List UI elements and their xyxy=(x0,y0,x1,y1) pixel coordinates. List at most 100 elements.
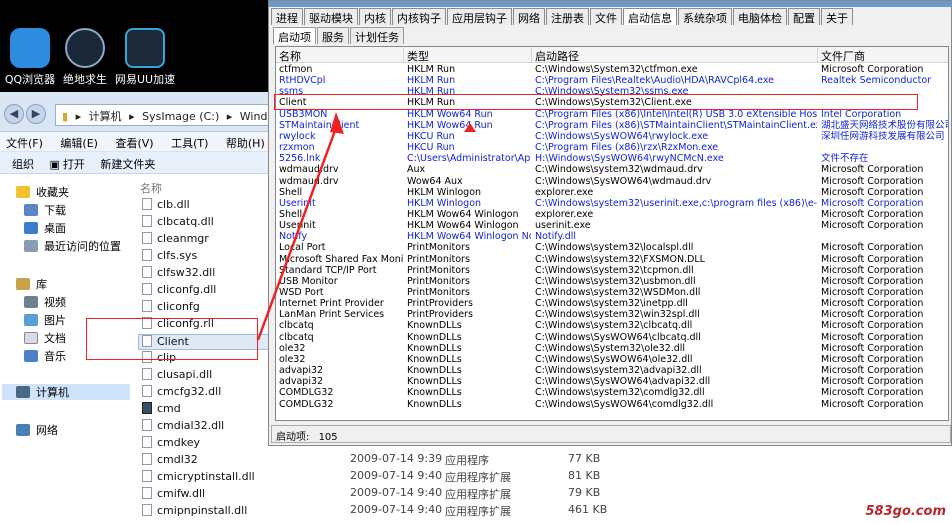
menu-help[interactable]: 帮助(H) xyxy=(226,137,265,150)
file-item[interactable]: cmifw.dll xyxy=(142,487,205,503)
startup-path: C:\Windows\system32\comdlg32.dll xyxy=(535,387,705,399)
file-detail-row[interactable]: 2009-07-14 9:40 应用程序扩展 81 KB xyxy=(270,469,952,486)
startup-row[interactable]: Microsoft Shared Fax Monitor PrintMonitor… xyxy=(276,254,948,265)
tab-kernel[interactable]: 内核 xyxy=(359,8,391,25)
tab-driver-modules[interactable]: 驱动模块 xyxy=(304,8,358,25)
menu-view[interactable]: 查看(V) xyxy=(115,137,153,150)
tab-file[interactable]: 文件 xyxy=(590,8,622,25)
nav-documents[interactable]: 文档 xyxy=(24,330,66,346)
startup-row[interactable]: COMDLG32 KnownDLLs C:\Windows\system32\com… xyxy=(276,387,948,399)
nav-libraries[interactable]: 库 xyxy=(16,276,47,292)
file-item[interactable]: cmdkey xyxy=(142,436,200,452)
file-detail-row[interactable]: 2009-07-14 9:39 应用程序 77 KB xyxy=(270,452,952,469)
file-item[interactable]: cmicryptinstall.dll xyxy=(142,470,255,486)
address-bar[interactable]: ▮ ▸ 计算机 ▸ SysImage (C:) ▸ Windows xyxy=(55,104,270,126)
startup-row[interactable]: Shell HKLM Wow64 Winlogon explorer.exe Micr… xyxy=(276,209,948,220)
file-item[interactable]: cmd xyxy=(142,402,181,418)
nav-music[interactable]: 音乐 xyxy=(24,348,66,364)
tab-pc-checkup[interactable]: 电脑体检 xyxy=(733,8,787,25)
startup-row[interactable]: wdmaud.drv Aux C:\Windows\system32\wdmaud.… xyxy=(276,164,948,175)
startup-row[interactable]: RtHDVCpl HKLM Run C:\Program Files\Realtek… xyxy=(276,75,948,86)
startup-row[interactable]: USB3MON HKLM Wow64 Run C:\Program Files (x… xyxy=(276,109,948,120)
menu-file[interactable]: 文件(F) xyxy=(6,137,43,150)
organize-button[interactable]: 组织 xyxy=(12,158,34,171)
column-header-type[interactable]: 类型 xyxy=(404,48,532,63)
file-item[interactable]: clb.dll xyxy=(142,198,190,214)
menu-tools[interactable]: 工具(T) xyxy=(171,137,208,150)
startup-row[interactable]: wdmaud.drv Wow64 Aux C:\Windows\SysWOW64\w… xyxy=(276,176,948,187)
startup-row[interactable]: 5256.lnk C:\Users\Administrator\App... H:\… xyxy=(276,153,948,164)
nav-desktop[interactable]: 桌面 xyxy=(24,220,66,236)
startup-row[interactable]: LanMan Print Services PrintProviders C:\Wi… xyxy=(276,309,948,320)
nav-favorites[interactable]: 收藏夹 xyxy=(16,184,69,200)
desktop-shortcut-pubg[interactable]: 绝地求生 xyxy=(55,28,115,85)
file-item[interactable]: cleanmgr xyxy=(142,232,209,248)
nav-pictures[interactable]: 图片 xyxy=(24,312,66,328)
file-item[interactable]: clbcatq.dll xyxy=(142,215,214,231)
tab-kernel-hooks[interactable]: 内核钩子 xyxy=(392,8,446,25)
breadcrumb-drive[interactable]: SysImage (C:) xyxy=(142,110,219,123)
breadcrumb-windows[interactable]: Windows xyxy=(240,110,269,123)
startup-row[interactable]: Standard TCP/IP Port PrintMonitors C:\Wind… xyxy=(276,265,948,276)
column-header-publisher[interactable]: 文件厂商 xyxy=(818,48,948,63)
column-header-name[interactable]: 名称 xyxy=(140,180,162,196)
startup-row[interactable]: rzxmon HKCU Run C:\Program Files (x86)\rzx… xyxy=(276,142,948,153)
startup-row[interactable]: clbcatq KnownDLLs C:\Windows\SysWOW64\clbc… xyxy=(276,332,948,343)
startup-row[interactable]: advapi32 KnownDLLs C:\Windows\SysWOW64\adv… xyxy=(276,376,948,387)
file-item[interactable]: cmipnpinstall.dll xyxy=(142,504,247,520)
menu-edit[interactable]: 编辑(E) xyxy=(60,137,98,150)
startup-row[interactable]: ctfmon HKLM Run C:\Windows\System32\ctfmon… xyxy=(276,64,948,75)
subtab-scheduled-tasks[interactable]: 计划任务 xyxy=(350,27,404,44)
desktop-shortcut-qq-browser[interactable]: QQ浏览器 xyxy=(0,28,60,85)
file-item[interactable]: cmdial32.dll xyxy=(142,419,224,435)
file-item[interactable]: cmcfg32.dll xyxy=(142,385,221,401)
tab-process[interactable]: 进程 xyxy=(271,8,303,25)
file-item[interactable]: cliconfg xyxy=(142,300,200,316)
title-bar[interactable] xyxy=(269,1,952,7)
desktop-shortcut-uu[interactable]: 网易UU加速 xyxy=(115,28,175,85)
nav-videos[interactable]: 视频 xyxy=(24,294,66,310)
startup-row[interactable]: Local Port PrintMonitors C:\Windows\system… xyxy=(276,242,948,253)
tab-system-misc[interactable]: 系统杂项 xyxy=(678,8,732,25)
nav-recent[interactable]: 最近访问的位置 xyxy=(24,238,121,254)
startup-row[interactable]: COMDLG32 KnownDLLs C:\Windows\SysWOW64\com… xyxy=(276,399,948,410)
tab-app-hooks[interactable]: 应用层钩子 xyxy=(447,8,512,25)
subtab-services[interactable]: 服务 xyxy=(317,27,349,44)
tab-startup-info[interactable]: 启动信息 xyxy=(623,8,677,25)
tab-registry[interactable]: 注册表 xyxy=(546,8,589,25)
file-item[interactable]: clfsw32.dll xyxy=(142,266,215,282)
startup-row[interactable]: Internet Print Provider PrintProviders C:\… xyxy=(276,298,948,309)
subtab-startup-items[interactable]: 启动项 xyxy=(273,27,316,44)
open-button[interactable]: 打开 xyxy=(63,158,85,171)
column-header-name[interactable]: 名称 xyxy=(276,48,404,63)
startup-row[interactable]: STMaintainClient HKLM Wow64 Run C:\Program… xyxy=(276,120,948,131)
startup-row[interactable]: advapi32 KnownDLLs C:\Windows\system32\adv… xyxy=(276,365,948,376)
file-detail-row[interactable]: 2009-07-14 9:40 应用程序扩展 461 KB xyxy=(270,503,952,520)
back-button[interactable]: ◀ xyxy=(4,104,24,124)
tab-network[interactable]: 网络 xyxy=(513,8,545,25)
startup-row[interactable]: clbcatq KnownDLLs C:\Windows\system32\clbc… xyxy=(276,320,948,331)
tab-about[interactable]: 关于 xyxy=(821,8,853,25)
file-item[interactable]: cmdl32 xyxy=(142,453,198,469)
file-item[interactable]: clfs.sys xyxy=(142,249,197,265)
breadcrumb-computer[interactable]: 计算机 xyxy=(89,110,122,123)
nav-network[interactable]: 网络 xyxy=(16,422,58,438)
file-item[interactable]: clusapi.dll xyxy=(142,368,212,384)
forward-button[interactable]: ▶ xyxy=(26,104,46,124)
startup-row[interactable]: USB Monitor PrintMonitors C:\Windows\syste… xyxy=(276,276,948,287)
startup-row[interactable]: WSD Port PrintMonitors C:\Windows\system32… xyxy=(276,287,948,298)
startup-row[interactable]: Userinit HKLM Wow64 Winlogon userinit.exe M… xyxy=(276,220,948,231)
column-header-path[interactable]: 启动路径 xyxy=(532,48,818,63)
tab-config[interactable]: 配置 xyxy=(788,8,820,25)
startup-row[interactable]: Shell HKLM Winlogon explorer.exe Microsoft … xyxy=(276,187,948,198)
startup-row[interactable]: Notify HKLM Wow64 Winlogon Notify Notify.d… xyxy=(276,231,948,242)
new-folder-button[interactable]: 新建文件夹 xyxy=(100,158,155,171)
file-item[interactable]: cliconfg.dll xyxy=(142,283,216,299)
startup-row[interactable]: Userinit HKLM Winlogon C:\Windows\system32… xyxy=(276,198,948,209)
file-detail-row[interactable]: 2009-07-14 9:40 应用程序扩展 79 KB xyxy=(270,486,952,503)
startup-row[interactable]: ole32 KnownDLLs C:\Windows\SysWOW64\ole32.… xyxy=(276,354,948,365)
startup-row[interactable]: rwylock HKCU Run C:\Windows\SysWOW64\rwylo… xyxy=(276,131,948,142)
startup-row[interactable]: ole32 KnownDLLs C:\Windows\System32\ole32.… xyxy=(276,343,948,354)
nav-computer[interactable]: 计算机 xyxy=(2,384,130,400)
nav-downloads[interactable]: 下载 xyxy=(24,202,66,218)
